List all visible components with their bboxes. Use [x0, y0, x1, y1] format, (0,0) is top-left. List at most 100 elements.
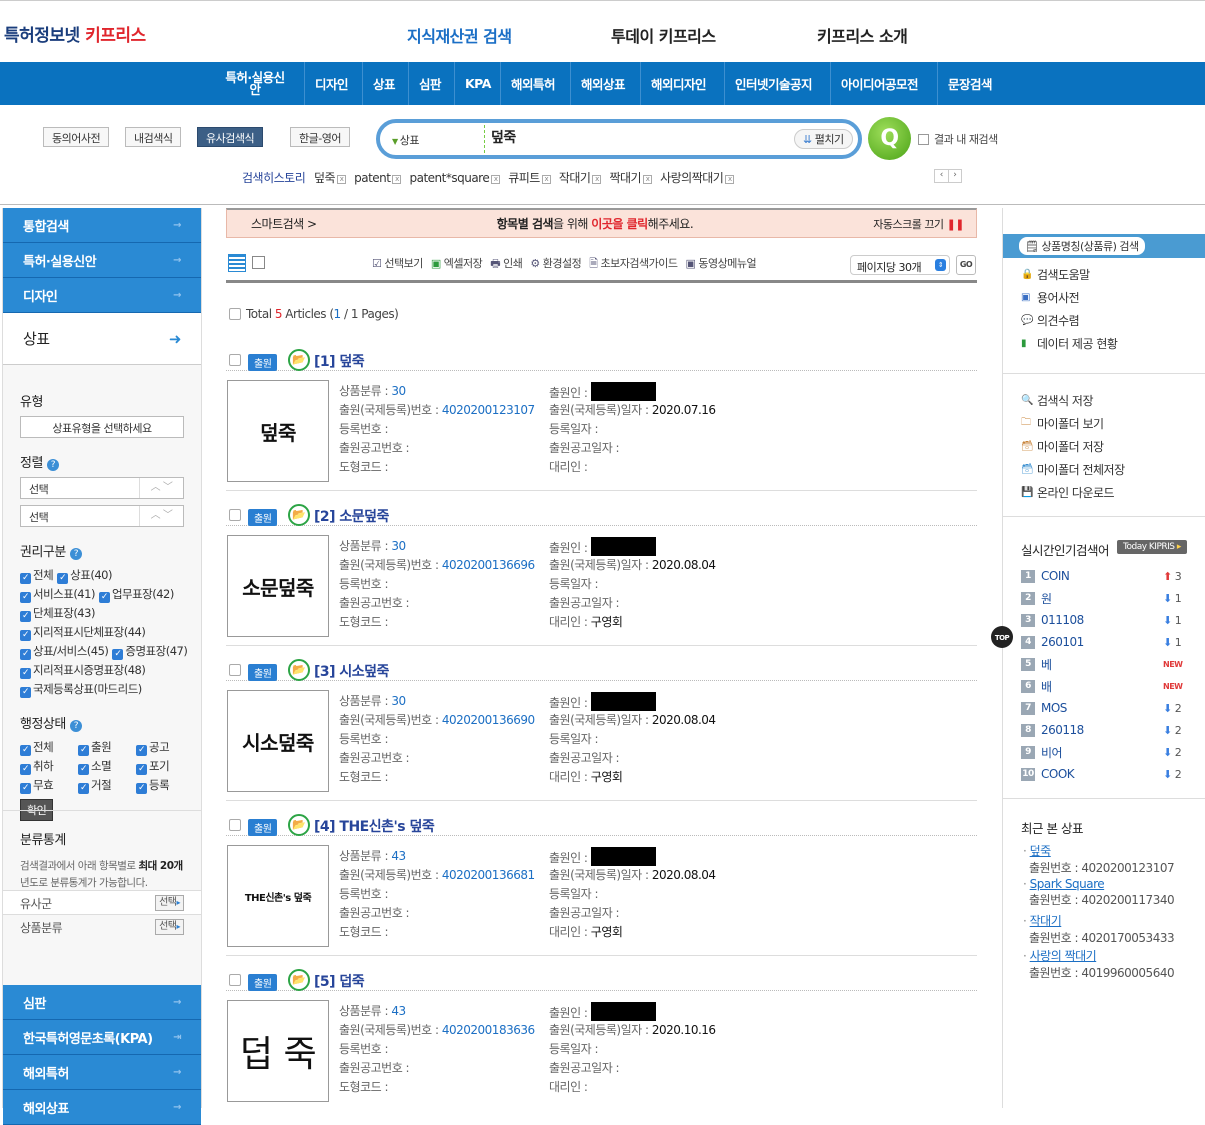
toolbar-item[interactable]: 🖶 인쇄: [490, 257, 523, 270]
sidebar-item[interactable]: 디자인 →: [3, 278, 201, 313]
grid-view-icon[interactable]: [252, 256, 265, 269]
right-link[interactable]: 🔍 검색식 저장: [1003, 389, 1205, 412]
right-link[interactable]: 💬 의견수렴: [1003, 309, 1205, 332]
recent-link[interactable]: Spark Square: [1030, 877, 1105, 891]
history-item[interactable]: 짝대기 x: [609, 171, 653, 185]
recent-link[interactable]: 작대기: [1030, 914, 1062, 928]
history-item[interactable]: patent x: [354, 171, 402, 185]
trademark-image[interactable]: THE신촌's 덮죽: [227, 845, 329, 947]
synonym-dict-button[interactable]: 동의어사전: [43, 127, 110, 147]
remove-icon[interactable]: x: [337, 175, 347, 184]
tab-ip-search[interactable]: 지식재산권 검색: [407, 23, 512, 47]
popular-term[interactable]: 배: [1041, 678, 1163, 695]
popular-term[interactable]: COOK: [1041, 767, 1163, 781]
sidebar-item[interactable]: 특허·실용신안 →: [3, 243, 201, 278]
nav-item[interactable]: 특허·실용신안: [210, 62, 300, 105]
nav-item[interactable]: 인터넷기술공지: [724, 62, 822, 105]
field-value[interactable]: 4020200136681: [442, 868, 535, 882]
toolbar-item[interactable]: 🗎 초보자검색가이드: [589, 257, 678, 270]
remove-icon[interactable]: x: [725, 175, 735, 184]
result-title-link[interactable]: [5] 덥죽: [314, 971, 365, 991]
rights-checkbox[interactable]: ✓ 증명표장(47): [112, 644, 188, 660]
search-input[interactable]: 덮죽: [484, 125, 516, 153]
popular-item[interactable]: 5 베 NEW: [1021, 653, 1191, 675]
history-term[interactable]: 덮죽: [314, 171, 336, 185]
popular-item[interactable]: 8 260118 ⬇ 2: [1021, 719, 1191, 741]
popular-item[interactable]: 2 원 ⬇ 1: [1021, 587, 1191, 609]
sort-order-icon[interactable]: ︿ ﹀: [139, 506, 183, 526]
folder-icon[interactable]: 📂: [288, 504, 310, 526]
right-link[interactable]: 🔒 검색도움말: [1003, 263, 1205, 286]
field-value[interactable]: 4020200183636: [442, 1023, 535, 1037]
folder-icon[interactable]: 📂: [288, 349, 310, 371]
remove-icon[interactable]: x: [643, 175, 653, 184]
rights-checkbox[interactable]: ✓ 상표/서비스(45): [20, 644, 109, 660]
status-checkbox[interactable]: ✓ 출원: [78, 738, 136, 757]
field-value[interactable]: 30: [391, 539, 406, 553]
right-link[interactable]: 💾 온라인 다운로드: [1003, 481, 1205, 504]
toolbar-item[interactable]: ⚙ 환경설정: [530, 257, 581, 270]
trademark-image[interactable]: 소문덮죽: [227, 535, 329, 637]
status-checkbox[interactable]: ✓ 취하: [20, 757, 78, 776]
popular-item[interactable]: 4 260101 ⬇ 1: [1021, 631, 1191, 653]
popular-item[interactable]: 9 비어 ⬇ 2: [1021, 741, 1191, 763]
sidebar-item-trademark[interactable]: 상표 ➜: [3, 313, 201, 365]
history-term[interactable]: 사랑의짝대기: [660, 171, 724, 185]
select-all-checkbox[interactable]: [229, 308, 241, 320]
sidebar-item[interactable]: 심판 →: [3, 985, 201, 1020]
sort-select-2[interactable]: 선택 ︿ ﹀: [20, 505, 184, 527]
field-value[interactable]: 4020200136690: [442, 713, 535, 727]
popular-item[interactable]: 7 MOS ⬇ 2: [1021, 697, 1191, 719]
smart-search-link[interactable]: 스마트검색 >: [251, 215, 317, 232]
tab-about-kipris[interactable]: 키프리스 소개: [817, 23, 908, 47]
popular-term[interactable]: COIN: [1041, 569, 1163, 583]
list-view-icon[interactable]: [228, 254, 246, 272]
toolbar-item[interactable]: ▣ 엑셀저장: [431, 257, 483, 270]
nav-item[interactable]: 해외상표: [570, 62, 635, 105]
sort-select-1[interactable]: 선택 ︿ ﹀: [20, 477, 184, 499]
type-select[interactable]: 상표유형을 선택하세요: [20, 416, 184, 438]
toolbar-item[interactable]: ▣ 동영상메뉴얼: [686, 257, 757, 270]
expand-button[interactable]: ⇊ 펼치기: [794, 129, 853, 149]
folder-icon[interactable]: 📂: [288, 814, 310, 836]
go-button[interactable]: GO: [956, 255, 976, 275]
popular-item[interactable]: 10 COOK ⬇ 2: [1021, 763, 1191, 785]
rights-checkbox[interactable]: ✓ 지리적표시단체표장(44): [20, 625, 146, 641]
sidebar-item[interactable]: 통합검색 →: [3, 208, 201, 243]
history-item[interactable]: 작대기 x: [559, 171, 602, 185]
history-term[interactable]: patent: [354, 171, 391, 185]
select-button[interactable]: 선택▸: [155, 919, 184, 935]
sidebar-item[interactable]: 한국특허영문초록(KPA) ⇥: [3, 1020, 201, 1055]
history-item[interactable]: 큐피트 x: [508, 171, 551, 185]
nav-item[interactable]: 디자인: [304, 62, 358, 105]
history-item[interactable]: 사랑의짝대기 x: [660, 171, 735, 185]
smart-search-banner[interactable]: 스마트검색 > 항목별 검색을 위해 이곳을 클릭해주세요. 자동스크롤 끄기 …: [226, 208, 977, 238]
rights-checkbox[interactable]: ✓ 전체: [20, 568, 54, 584]
history-term[interactable]: patent*square: [409, 171, 489, 185]
popular-item[interactable]: 3 011108 ⬇ 1: [1021, 609, 1191, 631]
rights-checkbox[interactable]: ✓ 단체표장(43): [20, 606, 95, 622]
field-value[interactable]: 30: [391, 694, 406, 708]
nav-item[interactable]: 문장검색: [937, 62, 1002, 105]
right-link[interactable]: ▣ 용어사전: [1003, 286, 1205, 309]
status-checkbox[interactable]: ✓ 소멸: [78, 757, 136, 776]
rights-checkbox[interactable]: ✓ 상표(40): [57, 568, 112, 584]
status-checkbox[interactable]: ✓ 무효: [20, 776, 78, 795]
help-icon[interactable]: ?: [69, 720, 82, 732]
remove-icon[interactable]: x: [392, 175, 402, 184]
select-button[interactable]: 선택▸: [155, 895, 184, 911]
right-link[interactable]: 🗃 마이폴더 전체저장: [1003, 458, 1205, 481]
category-select[interactable]: ▼ 상표: [392, 132, 419, 148]
help-icon[interactable]: ?: [46, 459, 59, 471]
field-value[interactable]: 43: [391, 849, 406, 863]
nav-item[interactable]: 상표: [362, 62, 405, 105]
rights-checkbox[interactable]: ✓ 서비스표(41): [20, 587, 95, 603]
status-checkbox[interactable]: ✓ 포기: [136, 757, 194, 776]
right-link[interactable]: 🗃 마이폴더 저장: [1003, 435, 1205, 458]
nav-item[interactable]: 해외특허: [500, 62, 565, 105]
similar-query-button[interactable]: 유사검색식: [197, 127, 264, 147]
field-value[interactable]: 4020200123107: [442, 403, 535, 417]
trademark-image[interactable]: 덮죽: [227, 380, 329, 482]
history-term[interactable]: 작대기: [559, 171, 591, 185]
sidebar-item[interactable]: 해외특허 →: [3, 1055, 201, 1090]
